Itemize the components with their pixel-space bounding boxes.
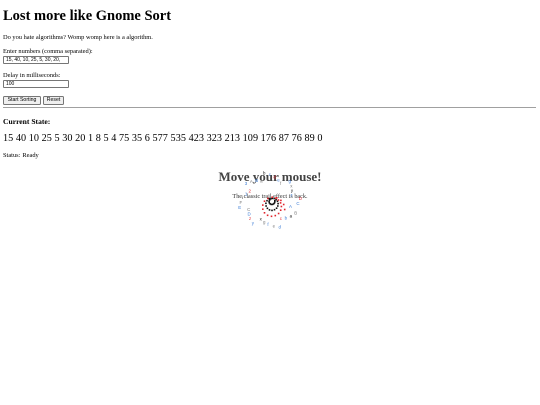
- trail-dot: [273, 202, 276, 204]
- trail-dot: [274, 214, 277, 217]
- mouse-banner: Move your mouse!: [218, 169, 322, 184]
- status-line: Status: Ready: [3, 152, 39, 159]
- trail-letter: B: [294, 211, 297, 216]
- trail-dot: [271, 209, 273, 212]
- trail-dot: [280, 205, 283, 208]
- trail-letter: e: [273, 224, 276, 229]
- trail-dot: [262, 204, 264, 206]
- trail-dot: [268, 200, 270, 203]
- status-value: Ready: [22, 152, 39, 159]
- trail-letter: D: [248, 211, 251, 216]
- page: Lost more like Gnome Sort Do you hate al…: [0, 0, 540, 405]
- trail-letter: A: [289, 204, 292, 209]
- trail-dot: [268, 209, 271, 211]
- trail-dot: [266, 207, 269, 210]
- array-display: 15 40 10 25 5 30 20 1 8 5 4 75 35 6 577 …: [3, 133, 323, 144]
- trail-dot: [263, 212, 266, 214]
- numbers-input[interactable]: 15, 40, 10, 25, 5, 30, 20,: [3, 56, 69, 64]
- current-state-heading: Current State:: [3, 117, 51, 126]
- delay-label: Delay in milliseconds:: [3, 72, 61, 79]
- trail-dot: [279, 202, 282, 204]
- trail-dot: [266, 199, 268, 202]
- cursor-trail: ABabcdefgxyzDCEFi123 A Bab c defgxyzDC: [238, 170, 302, 229]
- trail-dot: [275, 207, 278, 209]
- delay-input[interactable]: 100: [3, 80, 69, 88]
- trail-letter: g: [263, 220, 266, 225]
- trail-dot: [266, 214, 269, 217]
- trail-dot: [273, 208, 276, 211]
- trail-dot: [277, 205, 279, 207]
- trail-dot: [262, 208, 264, 210]
- trail-dot: [270, 203, 272, 206]
- intro-text: Do you hate algorithms? Womp womp here i…: [3, 34, 153, 41]
- trail-letter: d: [279, 224, 282, 229]
- trail-dot: [272, 203, 275, 205]
- trail-dot: [271, 203, 274, 206]
- trail-dot: [269, 203, 271, 205]
- trail-letter: x: [260, 217, 263, 222]
- trail-dot: [274, 201, 276, 203]
- trail-letter: F: [240, 200, 243, 205]
- trail-dot: [274, 200, 276, 202]
- trail-dot: [283, 208, 286, 211]
- trail-dot: [277, 202, 279, 205]
- trail-dot: [265, 202, 267, 205]
- trail-dot: [276, 200, 279, 203]
- trail-letter: C: [296, 201, 299, 206]
- trail-letter: z: [249, 216, 251, 221]
- trail-dot: [265, 205, 267, 207]
- divider: [3, 107, 536, 108]
- mouse-subtext: The classic trail effect is back.: [232, 193, 308, 200]
- trail-dot: [282, 203, 285, 206]
- trail-letter: b: [285, 215, 288, 220]
- trail-letter: C: [247, 207, 250, 212]
- trail-dot: [268, 202, 271, 204]
- trail-dot: [270, 215, 273, 218]
- trail-letter: c: [280, 216, 283, 221]
- trail-letter: E: [238, 205, 241, 210]
- trail-letter: y: [252, 221, 255, 226]
- page-title: Lost more like Gnome Sort: [3, 8, 172, 24]
- trail-dot: [263, 200, 266, 202]
- start-sorting-button[interactable]: Start Sorting: [3, 96, 41, 105]
- trail-letter: f: [267, 222, 269, 227]
- numbers-label: Enter numbers (comma separated):: [3, 48, 93, 55]
- trail-dot: [277, 212, 280, 215]
- trail-letter: a: [290, 214, 293, 219]
- trail-dot: [279, 209, 282, 211]
- reset-button[interactable]: Reset: [43, 96, 64, 105]
- status-label: Status:: [3, 152, 21, 159]
